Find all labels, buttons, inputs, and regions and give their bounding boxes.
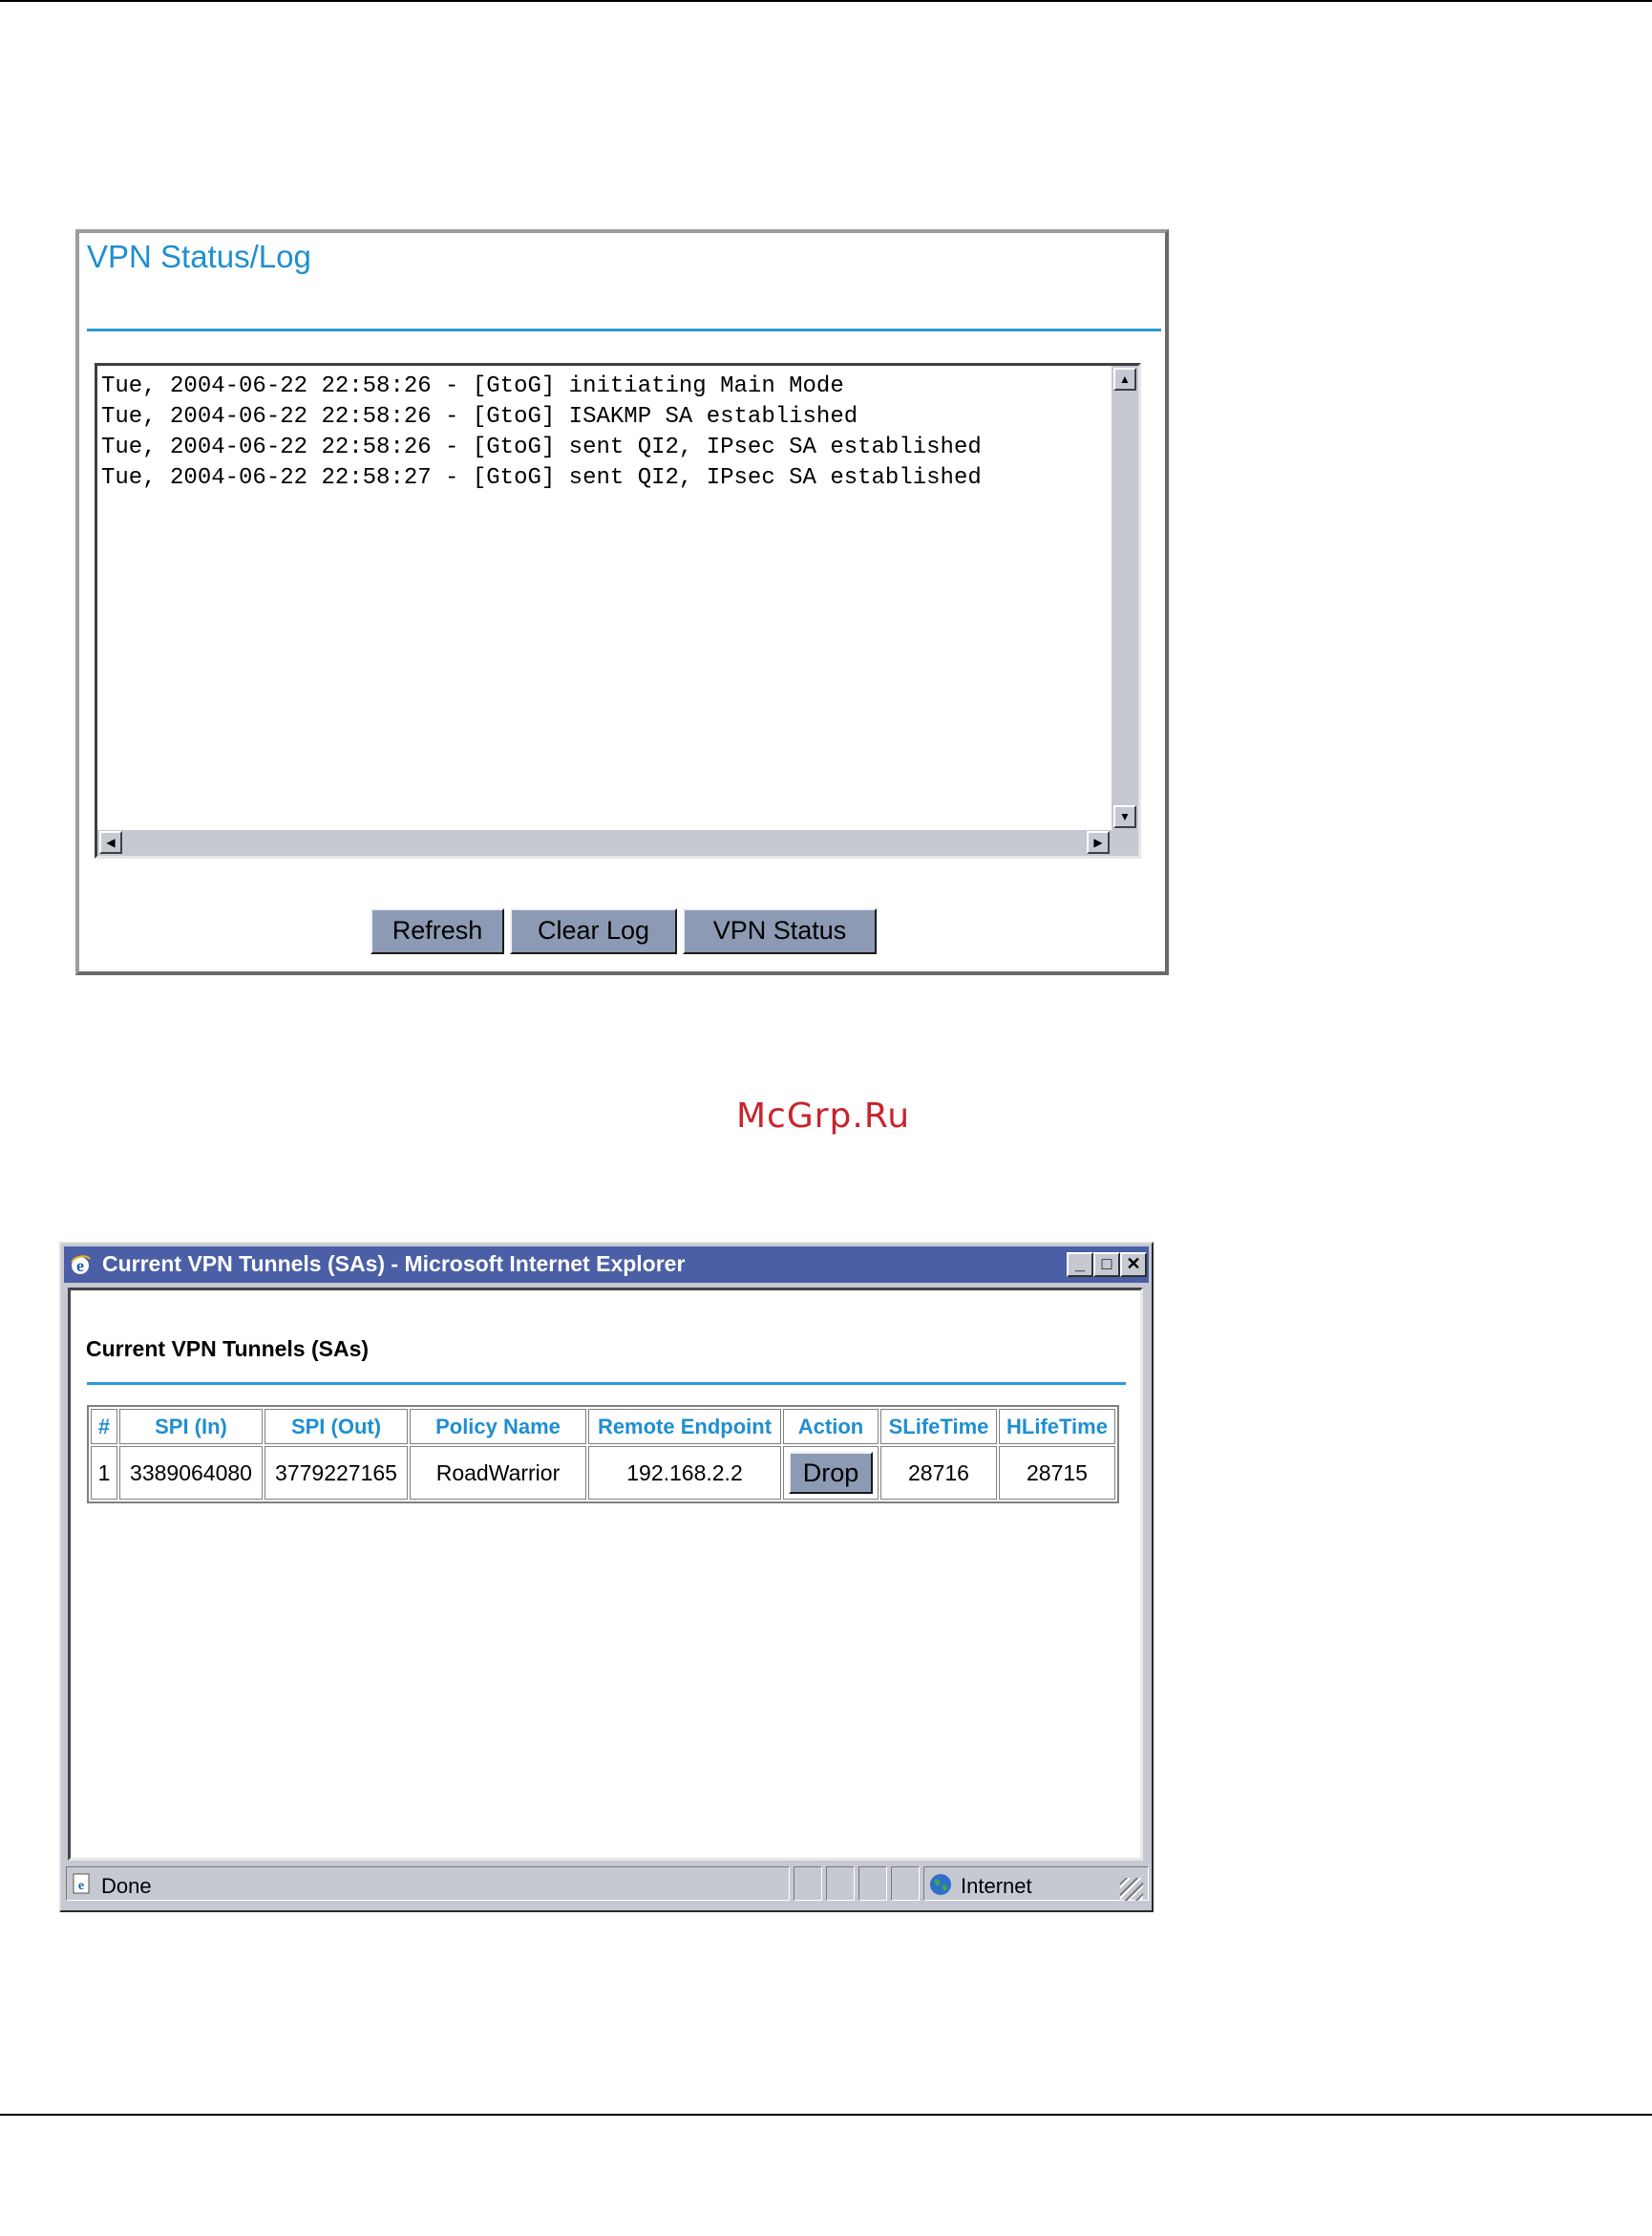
window-titlebar[interactable]: e Current VPN Tunnels (SAs) - Microsoft … — [64, 1246, 1149, 1283]
cell-remote-endpoint: 192.168.2.2 — [588, 1446, 781, 1500]
cell-policy-name: RoadWarrior — [410, 1446, 586, 1500]
zone-cell: Internet — [923, 1866, 1149, 1901]
log-line: Tue, 2004-06-22 22:58:27 - [GtoG] sent Q… — [101, 465, 982, 491]
log-line: Tue, 2004-06-22 22:58:26 - [GtoG] ISAKMP… — [101, 404, 858, 430]
zone-text: Internet — [961, 1874, 1032, 1898]
log-line: Tue, 2004-06-22 22:58:26 - [GtoG] sent Q… — [101, 435, 982, 460]
title-divider — [87, 329, 1161, 331]
cell-spi-out: 3779227165 — [265, 1446, 408, 1500]
column-header-number: # — [91, 1409, 117, 1444]
vertical-scrollbar[interactable]: ▲ ▼ — [1112, 366, 1138, 830]
vpn-status-log-panel: VPN Status/Log Tue, 2004-06-22 22:58:26 … — [75, 229, 1169, 975]
sa-table: # SPI (In) SPI (Out) Policy Name Remote … — [87, 1405, 1119, 1503]
column-header-action: Action — [783, 1409, 879, 1444]
globe-icon — [930, 1874, 951, 1895]
drop-button[interactable]: Drop — [789, 1452, 873, 1494]
browser-content: Current VPN Tunnels (SAs) # SPI (In) SPI… — [68, 1288, 1143, 1861]
vpn-status-button[interactable]: VPN Status — [683, 908, 877, 954]
cell-number: 1 — [91, 1446, 117, 1500]
page-done-icon: e — [73, 1873, 90, 1894]
table-header-row: # SPI (In) SPI (Out) Policy Name Remote … — [91, 1409, 1115, 1444]
close-icon[interactable]: ✕ — [1120, 1252, 1147, 1277]
resize-grip-icon[interactable] — [1120, 1878, 1143, 1901]
column-header-spi-out: SPI (Out) — [265, 1409, 408, 1444]
status-pane — [891, 1866, 920, 1901]
minimize-icon[interactable]: _ — [1067, 1252, 1093, 1277]
cell-hlifetime: 28715 — [999, 1446, 1115, 1500]
top-rule — [0, 0, 1652, 2]
scroll-left-icon[interactable]: ◀ — [99, 831, 122, 854]
refresh-button[interactable]: Refresh — [371, 908, 504, 954]
page-title: Current VPN Tunnels (SAs) — [86, 1336, 370, 1361]
status-pane — [826, 1866, 855, 1901]
page-title: VPN Status/Log — [87, 239, 311, 274]
status-cell: e Done — [66, 1866, 790, 1901]
horizontal-scrollbar[interactable]: ◀ ▶ — [97, 830, 1112, 856]
svg-text:e: e — [78, 1879, 84, 1893]
column-header-slifetime: SLifeTime — [880, 1409, 997, 1444]
table-row: 1 3389064080 3779227165 RoadWarrior 192.… — [91, 1446, 1115, 1500]
scrollbar-corner — [1112, 830, 1138, 856]
cell-action: Drop — [783, 1446, 879, 1500]
maximize-icon[interactable]: □ — [1093, 1252, 1120, 1277]
scroll-down-icon[interactable]: ▼ — [1113, 805, 1136, 828]
title-divider — [87, 1382, 1126, 1385]
column-header-policy-name: Policy Name — [410, 1409, 586, 1444]
status-pane — [794, 1866, 822, 1901]
cell-spi-in: 3389064080 — [119, 1446, 263, 1500]
svg-text:e: e — [76, 1256, 84, 1275]
window-title: Current VPN Tunnels (SAs) - Microsoft In… — [102, 1251, 686, 1276]
scroll-right-icon[interactable]: ▶ — [1087, 831, 1110, 854]
cell-slifetime: 28716 — [880, 1446, 997, 1500]
scroll-up-icon[interactable]: ▲ — [1113, 368, 1136, 391]
log-content: Tue, 2004-06-22 22:58:26 - [GtoG] initia… — [97, 366, 1112, 830]
column-header-remote-endpoint: Remote Endpoint — [588, 1409, 781, 1444]
column-header-spi-in: SPI (In) — [119, 1409, 263, 1444]
bottom-rule — [0, 2114, 1652, 2116]
log-line: Tue, 2004-06-22 22:58:26 - [GtoG] initia… — [101, 373, 844, 399]
ie-window: e Current VPN Tunnels (SAs) - Microsoft … — [59, 1242, 1154, 1912]
status-pane — [858, 1866, 887, 1901]
status-bar: e Done Internet — [64, 1864, 1149, 1906]
internet-explorer-icon: e — [71, 1255, 91, 1275]
watermark: McGrp.Ru — [736, 1097, 911, 1136]
clear-log-button[interactable]: Clear Log — [510, 908, 677, 954]
status-text: Done — [101, 1874, 152, 1898]
column-header-hlifetime: HLifeTime — [999, 1409, 1115, 1444]
log-textarea[interactable]: Tue, 2004-06-22 22:58:26 - [GtoG] initia… — [95, 363, 1141, 859]
